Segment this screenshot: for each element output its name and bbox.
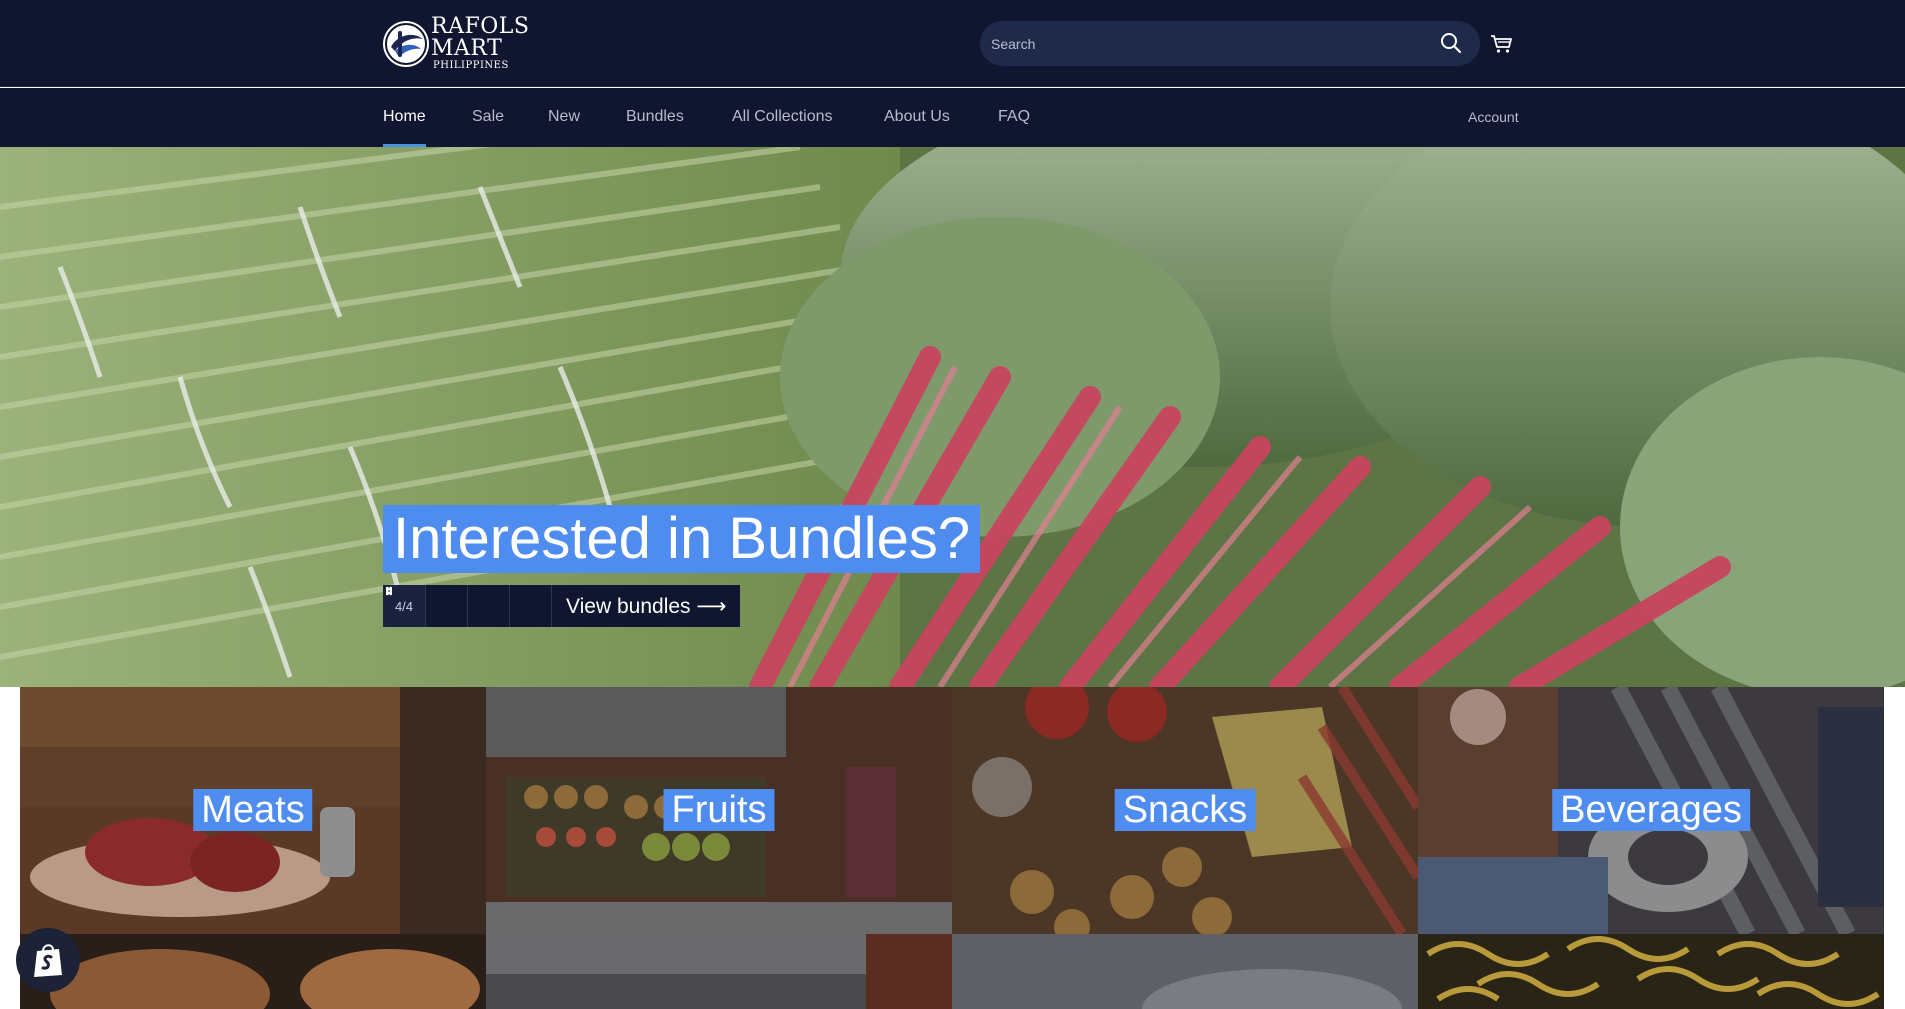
bread-image	[20, 934, 486, 1009]
collection-tile-partial[interactable]	[20, 934, 486, 1009]
logo-name: RAFOLS MART	[431, 14, 530, 61]
collection-label: Meats	[193, 789, 313, 831]
hero-slideshow: Interested in Bundles? 4/4 View bundles …	[0, 147, 1905, 687]
hero-image	[0, 147, 1905, 687]
collection-tile-snacks[interactable]: Snacks	[952, 687, 1418, 934]
search-input[interactable]	[980, 21, 1420, 66]
nav-item-home[interactable]: Home	[383, 88, 426, 147]
pause-button[interactable]	[386, 585, 467, 627]
view-bundles-button[interactable]: View bundles ⟶	[551, 585, 741, 627]
logo-wordmark: RAFOLS MART PHILIPPINES	[431, 16, 583, 72]
collection-label: Fruits	[663, 789, 775, 831]
account-link[interactable]: Account	[1468, 88, 1519, 147]
collection-tile-beverages[interactable]: Beverages	[1418, 687, 1884, 934]
nav-item-faq[interactable]: FAQ	[998, 88, 1030, 147]
nav-item-new[interactable]: New	[548, 88, 580, 147]
collection-label: Beverages	[1552, 789, 1750, 831]
cart-icon[interactable]	[1488, 30, 1514, 56]
search-icon[interactable]	[1438, 30, 1464, 56]
logo-subtitle: PHILIPPINES	[433, 60, 509, 71]
collection-grid: Meats Fruits Snacks Beverages	[20, 687, 1885, 1009]
nav-item-about-us[interactable]: About Us	[884, 88, 950, 147]
collection-image	[952, 934, 1418, 1009]
collection-tile-meats[interactable]: Meats	[20, 687, 486, 934]
nav-item-bundles[interactable]: Bundles	[626, 88, 684, 147]
site-header: RAFOLS MART PHILIPPINES	[0, 0, 1905, 87]
nav-item-all-collections[interactable]: All Collections	[732, 88, 832, 147]
shopify-chat-button[interactable]	[16, 928, 80, 992]
nav-item-sale[interactable]: Sale	[472, 88, 504, 147]
main-nav: Home Sale New Bundles All Collections Ab…	[0, 88, 1905, 147]
logo-emblem-icon	[383, 21, 429, 67]
pasta-image	[1418, 934, 1884, 1009]
previous-slide-button[interactable]	[385, 585, 509, 627]
collection-tile-fruits[interactable]: Fruits	[486, 687, 952, 934]
search-bar	[980, 21, 1480, 66]
store-logo[interactable]: RAFOLS MART PHILIPPINES	[383, 16, 583, 71]
collection-tile-partial[interactable]	[486, 934, 952, 1009]
shopify-bag-icon	[34, 944, 62, 977]
chevron-right-icon	[386, 586, 393, 596]
collection-tile-partial[interactable]	[952, 934, 1418, 1009]
next-slide-button[interactable]	[386, 585, 551, 627]
hero-title: Interested in Bundles?	[383, 505, 981, 573]
slideshow-controls: 4/4 View bundles ⟶	[383, 585, 741, 627]
collection-label: Snacks	[1114, 789, 1256, 831]
collection-tile-partial[interactable]	[1418, 934, 1884, 1009]
collection-image	[486, 934, 952, 1009]
